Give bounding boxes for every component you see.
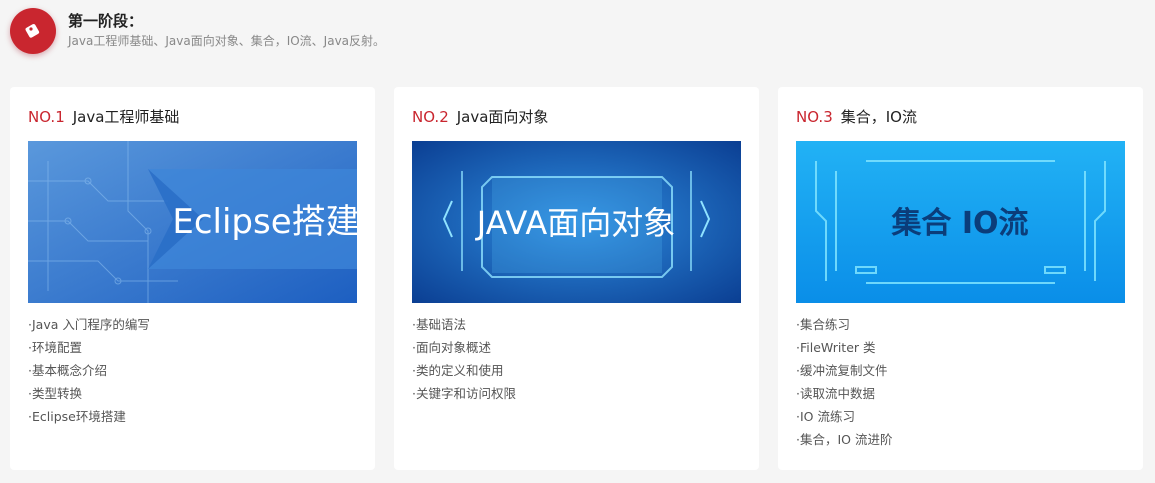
topic-item: ·基础语法 xyxy=(412,317,466,332)
course-card-1[interactable]: NO.1 Java工程师基础 Eclipse搭建 ·Java 入门程序的编写 ·… xyxy=(10,87,375,470)
circuit-pattern-icon: Eclipse搭建 xyxy=(28,141,357,303)
card-title: NO.1 Java工程师基础 xyxy=(28,106,179,127)
topic-list: ·基础语法 ·面向对象概述 ·类的定义和使用 ·关键字和访问权限 xyxy=(412,313,516,405)
tech-frame-icon: JAVA面向对象 xyxy=(412,141,741,303)
card-title-text: 集合，IO流 xyxy=(840,108,917,126)
course-card-3[interactable]: NO.3 集合，IO流 集合 IO流 ·集合练习 ·FileWriter 类 ·… xyxy=(778,87,1143,470)
card-title: NO.3 集合，IO流 xyxy=(796,106,917,127)
card-banner-image[interactable]: Eclipse搭建 xyxy=(28,141,357,303)
topic-item: ·FileWriter 类 xyxy=(796,340,876,355)
card-title-text: Java工程师基础 xyxy=(72,108,180,126)
banner-text: JAVA面向对象 xyxy=(475,204,675,242)
banner-text: Eclipse搭建 xyxy=(172,202,357,242)
card-number: NO.1 xyxy=(28,108,65,126)
topic-item: ·缓冲流复制文件 xyxy=(796,363,888,378)
topic-item: ·类的定义和使用 xyxy=(412,363,504,378)
card-banner-image[interactable]: JAVA面向对象 xyxy=(412,141,741,303)
card-number: NO.2 xyxy=(412,108,449,126)
topic-item: ·环境配置 xyxy=(28,340,82,355)
topic-item: ·集合练习 xyxy=(796,317,850,332)
card-banner-image[interactable]: 集合 IO流 xyxy=(796,141,1125,303)
topic-item: ·读取流中数据 xyxy=(796,386,875,401)
topic-item: ·Java 入门程序的编写 xyxy=(28,317,150,332)
topic-item: ·类型转换 xyxy=(28,386,82,401)
topic-list: ·Java 入门程序的编写 ·环境配置 ·基本概念介绍 ·类型转换 ·Eclip… xyxy=(28,313,150,428)
topic-item: ·IO 流练习 xyxy=(796,409,855,424)
tech-frame-icon: 集合 IO流 xyxy=(796,141,1125,303)
topic-item: ·基本概念介绍 xyxy=(28,363,107,378)
stage-badge-icon xyxy=(10,8,56,54)
card-title: NO.2 Java面向对象 xyxy=(412,106,548,127)
banner-text: 集合 IO流 xyxy=(890,206,1028,241)
card-number: NO.3 xyxy=(796,108,833,126)
topic-item: ·集合，IO 流进阶 xyxy=(796,432,893,447)
tag-icon xyxy=(25,24,40,38)
card-title-text: Java面向对象 xyxy=(456,108,549,126)
stage-title: 第一阶段： xyxy=(68,12,144,30)
topic-item: ·面向对象概述 xyxy=(412,340,491,355)
stage-description: Java工程师基础、Java面向对象、集合，IO流、Java反射。 xyxy=(68,34,386,48)
topic-item: ·Eclipse环境搭建 xyxy=(28,409,126,424)
topic-item: ·关键字和访问权限 xyxy=(412,386,516,401)
topic-list: ·集合练习 ·FileWriter 类 ·缓冲流复制文件 ·读取流中数据 ·IO… xyxy=(796,313,892,451)
course-card-2[interactable]: NO.2 Java面向对象 JAVA面向对象 ·基础语法 ·面向对象概述 ·类的… xyxy=(394,87,759,470)
